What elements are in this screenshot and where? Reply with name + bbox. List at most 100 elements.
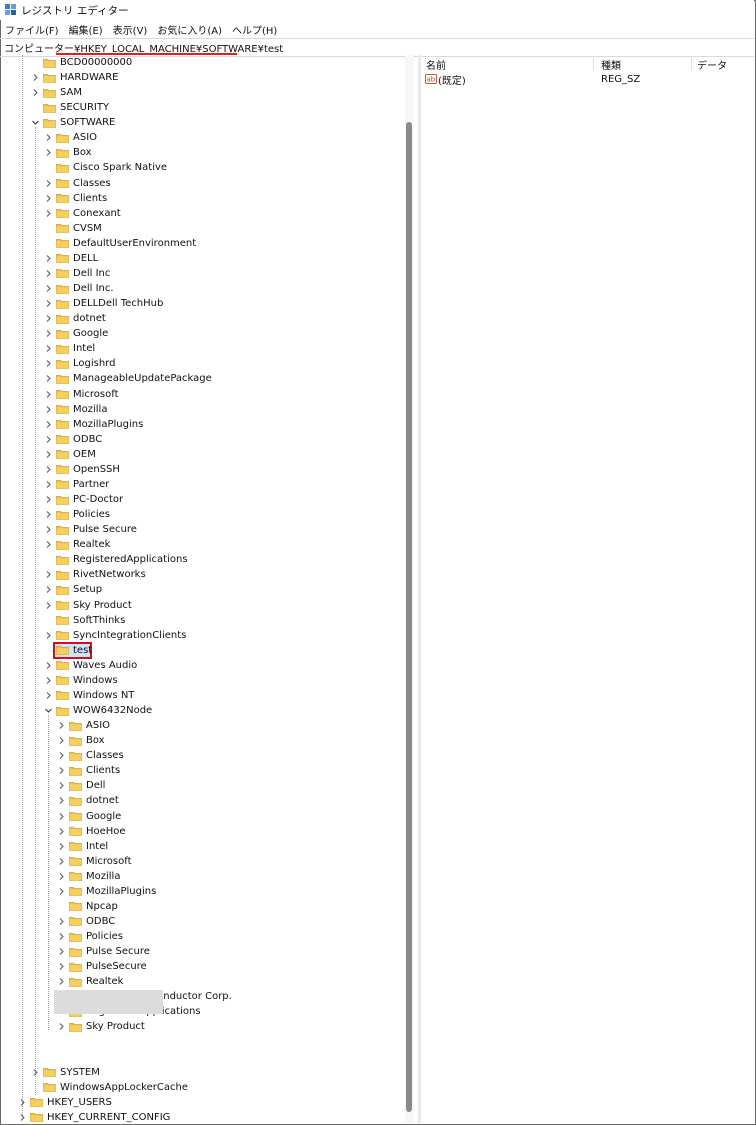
chevron-right-icon[interactable] [44,269,53,278]
chevron-right-icon[interactable] [44,179,53,188]
chevron-right-icon[interactable] [44,390,53,399]
tree-node[interactable]: SoftThinks [44,613,125,628]
tree-node[interactable]: Google [44,326,108,341]
tree-node[interactable]: Conexant [44,206,121,221]
tree-node[interactable]: Mozilla [44,402,107,417]
tree-node[interactable]: ODBC [57,914,115,929]
chevron-down-icon[interactable] [31,118,40,127]
chevron-right-icon[interactable] [44,299,53,308]
tree-node[interactable]: Cisco Spark Native [44,160,167,175]
tree-node[interactable]: DELL [44,251,98,266]
tree-node[interactable]: DefaultUserEnvironment [44,236,196,251]
chevron-right-icon[interactable] [44,194,53,203]
chevron-right-icon[interactable] [44,420,53,429]
chevron-right-icon[interactable] [44,510,53,519]
chevron-right-icon[interactable] [57,842,66,851]
tree-node[interactable]: Mozilla [57,869,120,884]
chevron-right-icon[interactable] [57,947,66,956]
tree-node[interactable]: Box [44,145,92,160]
tree-node[interactable]: Sky Product [44,598,132,613]
tree-node[interactable]: MozillaPlugins [57,884,156,899]
chevron-right-icon[interactable] [31,1068,40,1077]
tree-node[interactable]: Realtek [44,537,110,552]
tree-node[interactable]: dotnet [57,793,119,808]
tree-node[interactable]: SECURITY [31,100,109,115]
chevron-right-icon[interactable] [18,1098,27,1107]
chevron-right-icon[interactable] [57,781,66,790]
chevron-right-icon[interactable] [57,977,66,986]
menu-help[interactable]: ヘルプ(H) [227,22,282,37]
chevron-right-icon[interactable] [44,631,53,640]
tree-node[interactable]: MozillaPlugins [44,417,143,432]
tree-node[interactable]: test [44,643,92,658]
tree-node[interactable]: ASIO [44,130,97,145]
chevron-right-icon[interactable] [57,721,66,730]
chevron-right-icon[interactable] [44,435,53,444]
chevron-right-icon[interactable] [44,661,53,670]
chevron-right-icon[interactable] [44,495,53,504]
chevron-right-icon[interactable] [44,314,53,323]
tree-node[interactable]: Policies [57,929,123,944]
chevron-right-icon[interactable] [57,751,66,760]
tree-node[interactable]: Dell Inc [44,266,110,281]
tree-node[interactable]: Realtek [57,974,123,989]
chevron-right-icon[interactable] [57,796,66,805]
tree-node[interactable]: HKEY_CURRENT_CONFIG [18,1110,170,1123]
key-tree-pane[interactable]: BCD00000000 HARDWARE SAM SECURITY SOFTWARE AS… [0,55,418,1123]
chevron-right-icon[interactable] [57,917,66,926]
chevron-right-icon[interactable] [44,344,53,353]
tree-node[interactable]: OpenSSH [44,462,120,477]
tree-node[interactable]: Clients [57,763,120,778]
tree-node[interactable]: Pulse Secure [57,944,150,959]
column-header-type[interactable]: 種類 [601,57,621,72]
tree-node[interactable]: PulseSecure [57,959,147,974]
tree-node[interactable]: RegisteredApplications [44,552,188,567]
tree-node[interactable]: Windows NT [44,688,134,703]
tree-node[interactable]: ODBC [44,432,102,447]
chevron-right-icon[interactable] [57,932,66,941]
chevron-right-icon[interactable] [44,209,53,218]
tree-node[interactable]: Partner [44,477,109,492]
chevron-right-icon[interactable] [57,766,66,775]
tree-node[interactable]: HKEY_USERS [18,1095,112,1110]
column-divider[interactable] [593,56,594,70]
chevron-right-icon[interactable] [31,73,40,82]
value-row[interactable]: ab (既定) [425,72,466,87]
chevron-right-icon[interactable] [57,812,66,821]
tree-node[interactable]: Intel [44,341,95,356]
tree-node[interactable]: SOFTWARE [31,115,115,130]
chevron-right-icon[interactable] [44,284,53,293]
chevron-right-icon[interactable] [57,736,66,745]
chevron-right-icon[interactable] [44,540,53,549]
tree-node[interactable]: ManageableUpdatePackage [44,371,212,386]
tree-node[interactable]: Microsoft [44,387,119,402]
chevron-right-icon[interactable] [57,962,66,971]
tree-node[interactable]: Google [57,809,121,824]
chevron-right-icon[interactable] [44,480,53,489]
tree-node[interactable]: PC-Doctor [44,492,123,507]
chevron-right-icon[interactable] [57,1022,66,1031]
chevron-right-icon[interactable] [44,254,53,263]
tree-node[interactable]: Windows [44,673,118,688]
menu-file[interactable]: ファイル(F) [0,22,64,37]
tree-node[interactable]: CVSM [44,221,102,236]
chevron-right-icon[interactable] [57,857,66,866]
column-divider[interactable] [691,56,692,70]
tree-node[interactable]: OEM [44,447,96,462]
tree-node[interactable]: SAM [31,85,82,100]
chevron-right-icon[interactable] [44,374,53,383]
tree-node[interactable]: DELLDell TechHub [44,296,163,311]
chevron-right-icon[interactable] [18,1113,27,1122]
tree-node[interactable]: Logishrd [44,356,115,371]
tree-node[interactable]: Classes [57,748,124,763]
tree-node[interactable]: Sky Product [57,1019,145,1034]
chevron-right-icon[interactable] [57,827,66,836]
column-header-data[interactable]: データ [697,57,727,72]
chevron-right-icon[interactable] [44,585,53,594]
tree-node[interactable]: BCD00000000 [31,55,132,70]
tree-node[interactable]: dotnet [44,311,106,326]
chevron-right-icon[interactable] [57,872,66,881]
column-header-name[interactable]: 名前 [426,57,446,72]
chevron-right-icon[interactable] [31,88,40,97]
tree-node[interactable]: Dell [57,778,105,793]
